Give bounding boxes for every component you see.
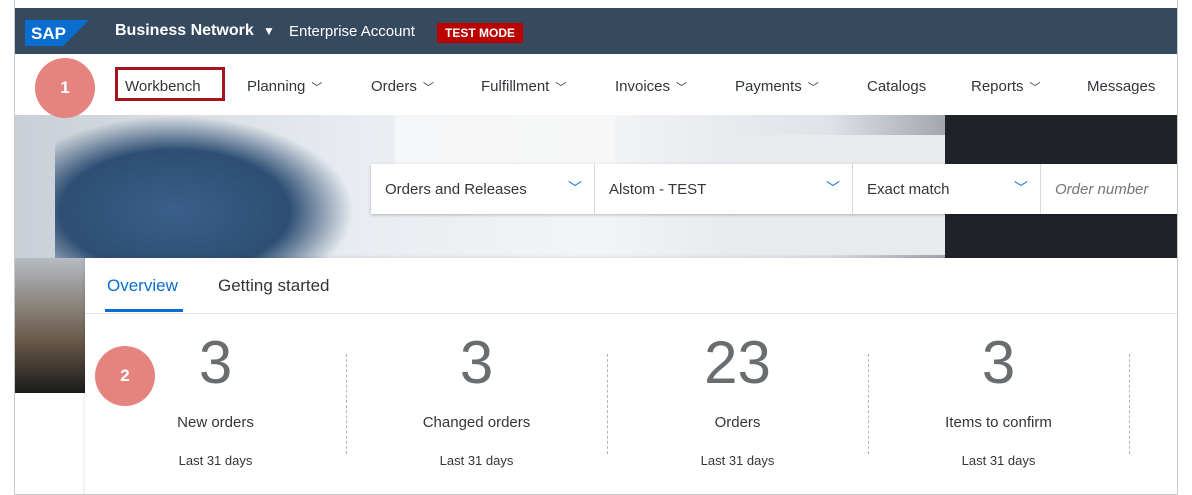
nav-item-orders[interactable]: Orders ﹀ (371, 78, 434, 95)
banner-image-edge (15, 258, 85, 393)
tile-items-to-confirm[interactable]: 3 Items to confirm Last 31 days (868, 328, 1129, 488)
tile-period: Last 31 days (178, 453, 253, 468)
top-navigation: Workbench Planning ﹀ Orders ﹀ Fulfillment ﹀… (15, 62, 1177, 112)
order-number-input[interactable] (1055, 181, 1177, 198)
tile-value: 3 (459, 329, 494, 396)
tile-period: Last 31 days (961, 453, 1036, 468)
tile-separator (1129, 354, 1130, 454)
tile-orders[interactable]: 23 Orders Last 31 days (607, 328, 868, 488)
chevron-down-icon: ﹀ (311, 82, 323, 94)
tile-label: Orders (714, 414, 761, 431)
tile-changed-orders[interactable]: 3 Changed orders Last 31 days (346, 328, 607, 488)
account-type: Enterprise Account (289, 23, 415, 40)
chevron-down-icon: ﹀ (826, 180, 840, 196)
chevron-down-icon: ﹀ (676, 82, 688, 94)
document-type-select[interactable]: Orders and Releases ﹀ (371, 164, 595, 214)
overview-card: Overview Getting started 3 New orders La… (85, 258, 1177, 494)
customer-select[interactable]: Alstom - TEST ﹀ (595, 164, 853, 214)
active-tab-indicator (105, 309, 183, 312)
tab-divider (85, 313, 1177, 314)
tile-period: Last 31 days (700, 453, 775, 468)
chevron-down-icon: ﹀ (807, 82, 819, 94)
tile-label: New orders (177, 414, 254, 431)
nav-item-planning[interactable]: Planning ﹀ (247, 78, 322, 95)
tile-value: 23 (704, 329, 771, 396)
order-number-field (1041, 164, 1177, 214)
tab-getting-started[interactable]: Getting started (218, 276, 330, 296)
app-window: SAP Business Network ▼ Enterprise Accoun… (14, 0, 1178, 495)
test-mode-badge: TEST MODE (437, 23, 524, 43)
nav-item-catalogs[interactable]: Catalogs (867, 78, 926, 95)
svg-text:SAP: SAP (31, 24, 66, 43)
chevron-down-icon: ﹀ (568, 180, 582, 196)
tile-value: 3 (981, 329, 1016, 396)
nav-item-invoices[interactable]: Invoices ﹀ (615, 78, 687, 95)
nav-item-payments[interactable]: Payments ﹀ (735, 78, 819, 95)
tab-overview[interactable]: Overview (107, 276, 178, 296)
nav-item-reports[interactable]: Reports ﹀ (971, 78, 1041, 95)
tile-label: Changed orders (422, 414, 531, 431)
match-type-select[interactable]: Exact match ﹀ (853, 164, 1041, 214)
nav-item-workbench[interactable]: Workbench (125, 78, 201, 95)
brand-title[interactable]: Business Network (115, 22, 254, 40)
search-bar: Orders and Releases ﹀ Alstom - TEST ﹀ Ex… (371, 164, 1177, 214)
shell-bar: SAP Business Network ▼ Enterprise Accoun… (15, 8, 1177, 54)
chevron-down-icon: ﹀ (555, 82, 567, 94)
tile-period: Last 31 days (439, 453, 514, 468)
nav-item-fulfillment[interactable]: Fulfillment ﹀ (481, 78, 566, 95)
nav-item-messages[interactable]: Messages (1087, 78, 1155, 95)
chevron-down-icon: ﹀ (422, 82, 434, 94)
step-badge-1: 1 (35, 58, 95, 118)
tile-label: Items to confirm (945, 414, 1052, 431)
chevron-down-icon: ﹀ (1014, 180, 1028, 196)
step-badge-2: 2 (95, 346, 155, 406)
sap-logo-icon[interactable]: SAP (25, 20, 89, 46)
chevron-down-icon: ﹀ (1029, 82, 1041, 94)
brand-dropdown-icon[interactable]: ▼ (263, 24, 275, 38)
